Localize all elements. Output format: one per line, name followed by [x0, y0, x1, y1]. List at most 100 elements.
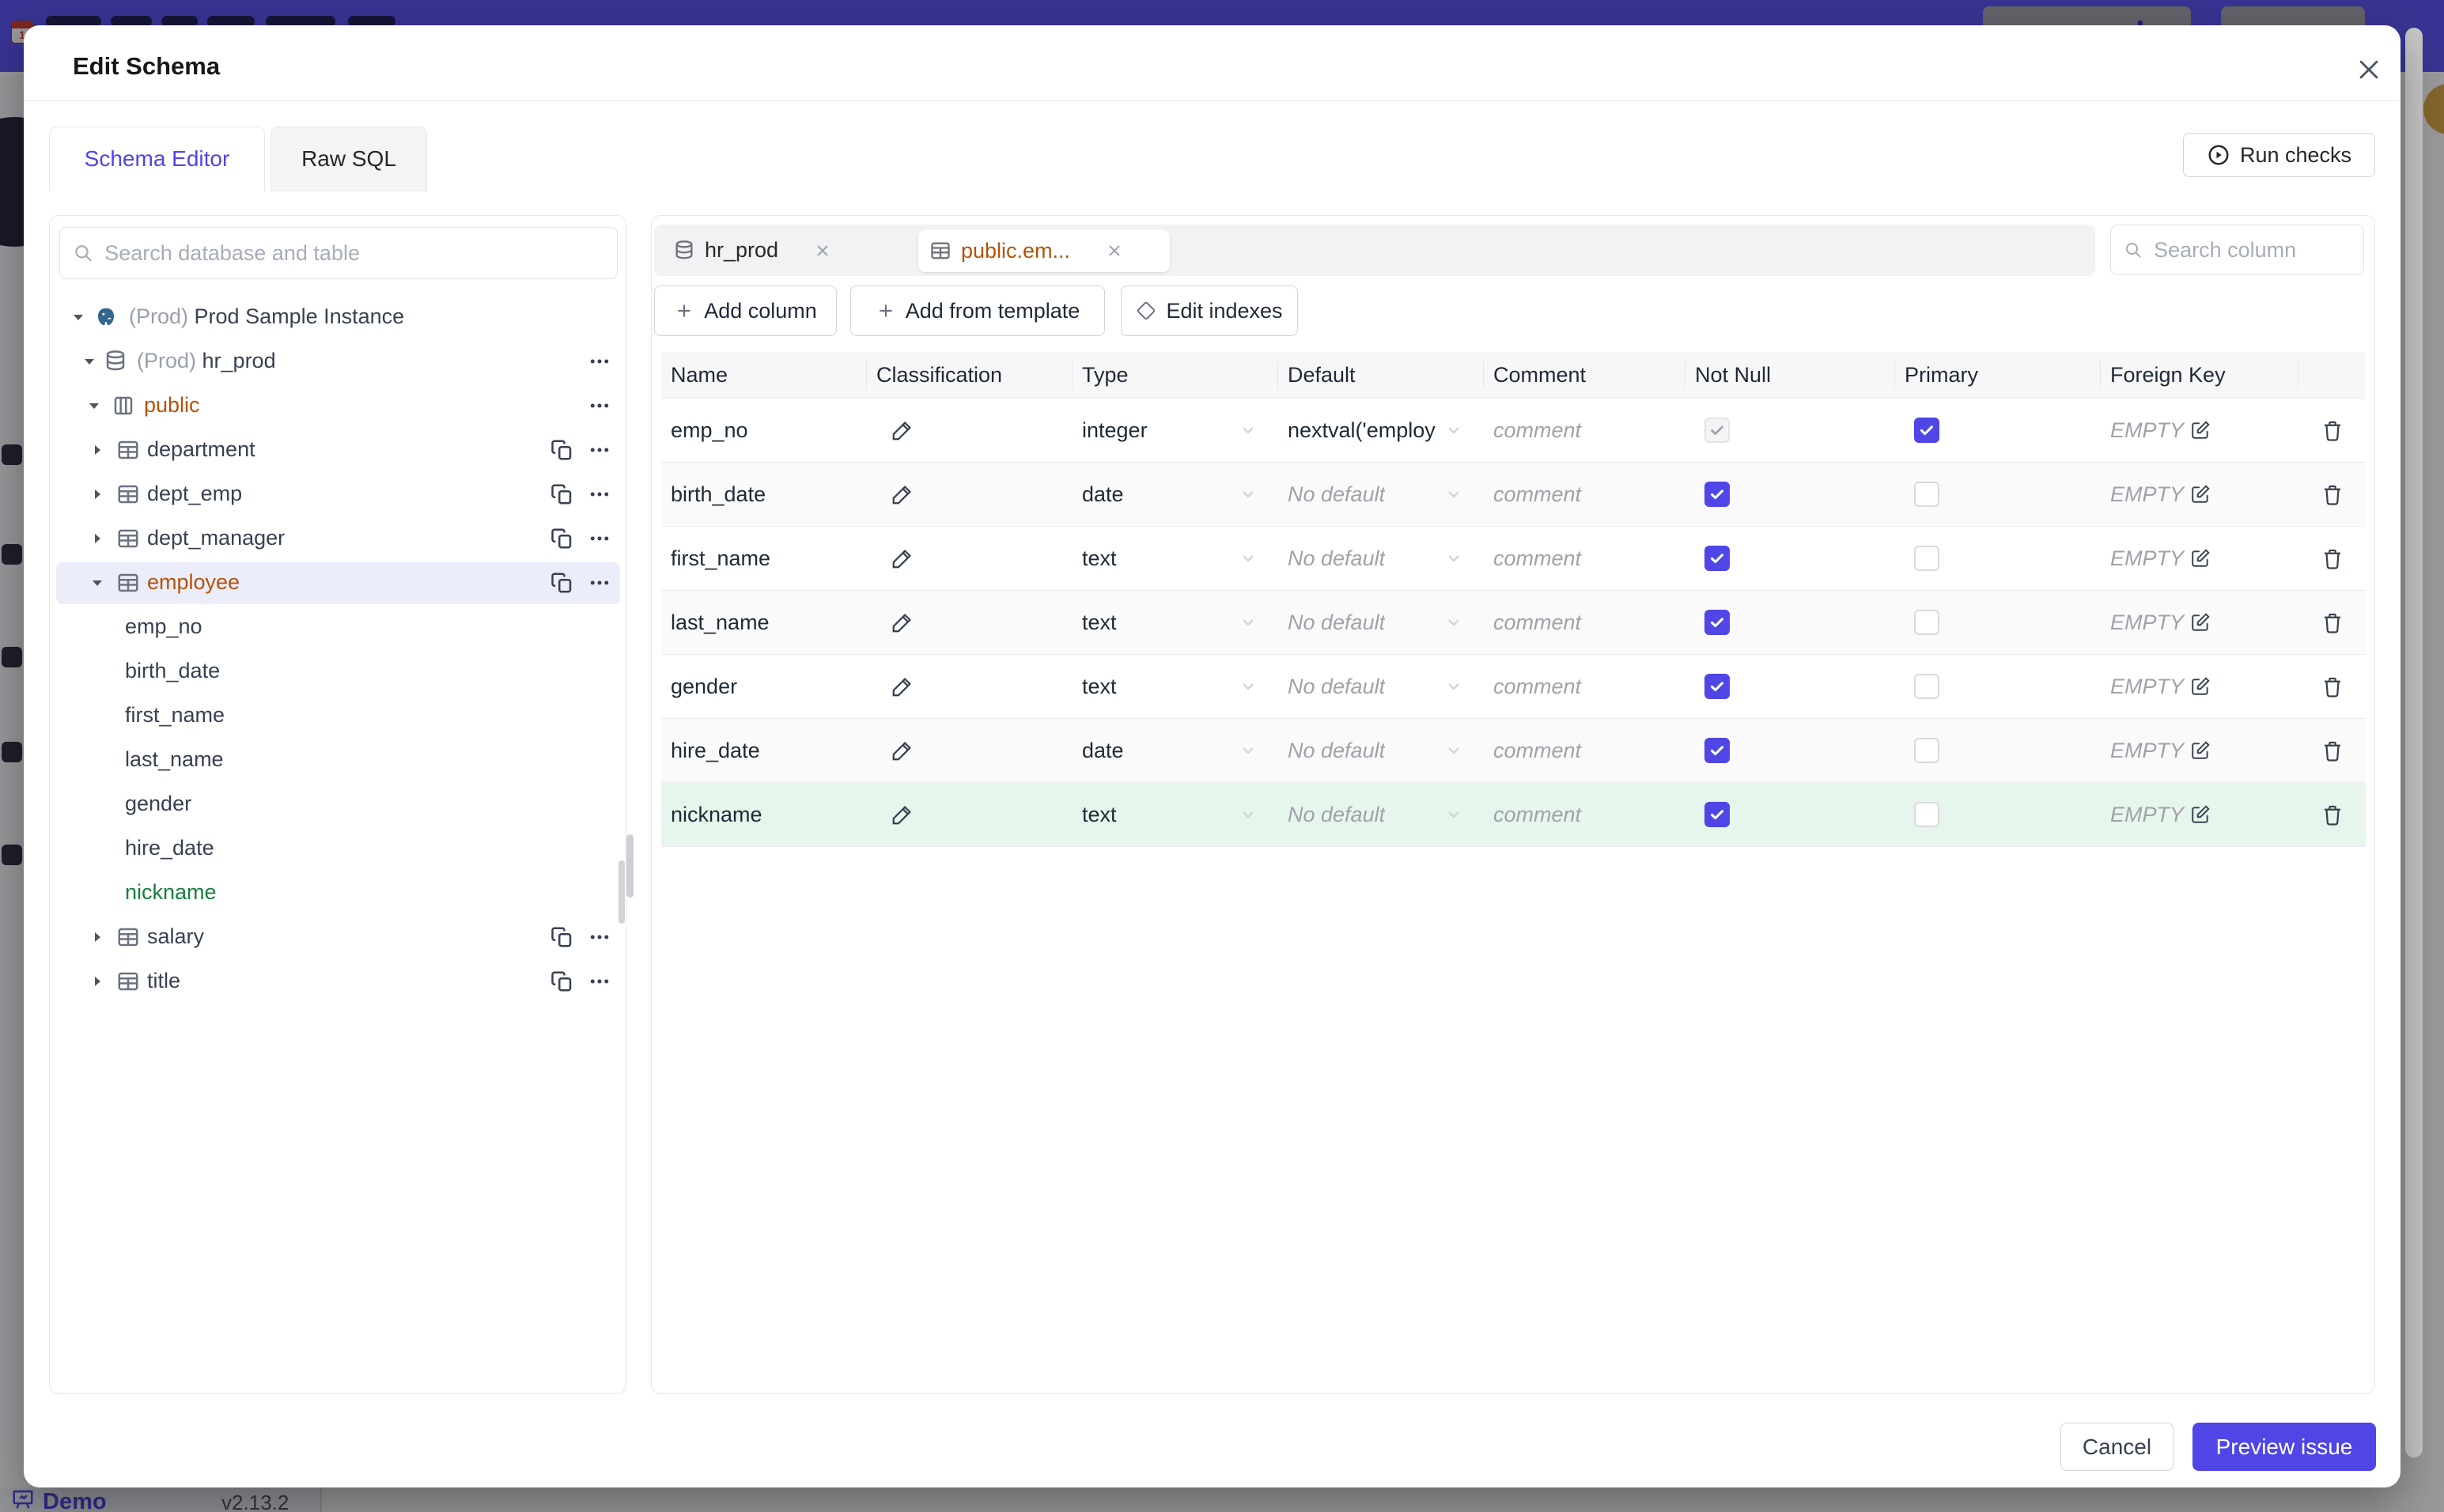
default-select[interactable]: No default: [1278, 675, 1484, 699]
caret-down-icon[interactable]: [88, 573, 107, 592]
caret-down-icon[interactable]: [85, 396, 104, 415]
tree-search-input[interactable]: [103, 240, 604, 266]
primary-checkbox[interactable]: [1914, 738, 1939, 763]
edit-foreign-key-icon[interactable]: [2190, 804, 2211, 825]
column-search[interactable]: [2110, 225, 2364, 275]
default-select[interactable]: No default: [1278, 739, 1484, 763]
primary-checkbox[interactable]: [1914, 482, 1939, 507]
add-column-button[interactable]: Add column: [654, 285, 837, 336]
not-null-checkbox[interactable]: [1704, 802, 1730, 827]
comment-input[interactable]: comment: [1493, 546, 1581, 571]
panel-resize-handle[interactable]: [626, 834, 634, 898]
delete-column-icon[interactable]: [2321, 675, 2344, 698]
type-select[interactable]: date: [1073, 739, 1278, 763]
comment-input[interactable]: comment: [1493, 675, 1581, 699]
column-name[interactable]: last_name: [661, 610, 867, 635]
more-icon[interactable]: [588, 438, 611, 462]
default-select[interactable]: nextval('employ: [1278, 418, 1484, 443]
not-null-checkbox[interactable]: [1704, 738, 1730, 763]
edit-foreign-key-icon[interactable]: [2190, 548, 2211, 569]
primary-checkbox[interactable]: [1914, 610, 1939, 635]
delete-column-icon[interactable]: [2321, 418, 2344, 442]
more-icon[interactable]: [588, 350, 611, 373]
tab-schema-editor[interactable]: Schema Editor: [49, 127, 265, 191]
caret-right-icon[interactable]: [88, 972, 107, 991]
page-scrollbar[interactable]: [2405, 28, 2423, 1457]
caret-right-icon[interactable]: [88, 485, 107, 504]
type-select[interactable]: integer: [1073, 418, 1278, 443]
delete-column-icon[interactable]: [2321, 739, 2344, 762]
column-search-input[interactable]: [2152, 236, 2351, 263]
tree-item-Prod Sample Instance[interactable]: (Prod) Prod Sample Instance: [50, 295, 626, 339]
type-select[interactable]: text: [1073, 803, 1278, 827]
tree-item-hr_prod[interactable]: (Prod) hr_prod: [50, 339, 626, 384]
classification-edit-icon[interactable]: [891, 610, 914, 634]
foreign-key-cell[interactable]: EMPTY: [2101, 482, 2298, 507]
not-null-checkbox[interactable]: [1704, 482, 1730, 507]
more-icon[interactable]: [588, 394, 611, 418]
comment-input[interactable]: comment: [1493, 610, 1581, 635]
default-select[interactable]: No default: [1278, 803, 1484, 827]
type-select[interactable]: text: [1073, 675, 1278, 699]
tree-item-emp_no[interactable]: emp_no: [50, 605, 626, 649]
more-icon[interactable]: [588, 970, 611, 993]
copy-icon[interactable]: [550, 438, 574, 462]
comment-input[interactable]: comment: [1493, 482, 1581, 507]
close-icon[interactable]: [1105, 241, 1124, 260]
tab-chip-table-active[interactable]: public.em...: [918, 229, 1170, 272]
column-name[interactable]: first_name: [661, 546, 867, 571]
caret-right-icon[interactable]: [88, 440, 107, 459]
column-name[interactable]: hire_date: [661, 739, 867, 763]
tree-item-hire_date[interactable]: hire_date: [50, 826, 626, 871]
edit-indexes-button[interactable]: Edit indexes: [1121, 285, 1298, 336]
tree-item-department[interactable]: department: [50, 428, 626, 472]
tree-item-salary[interactable]: salary: [50, 915, 626, 959]
tree-item-first_name[interactable]: first_name: [50, 694, 626, 738]
tab-chip-database[interactable]: hr_prod: [673, 225, 832, 276]
not-null-checkbox[interactable]: [1704, 674, 1730, 699]
close-icon[interactable]: [813, 241, 832, 260]
caret-down-icon[interactable]: [80, 352, 99, 371]
sidebar-scrollbar[interactable]: [619, 860, 625, 924]
foreign-key-cell[interactable]: EMPTY: [2101, 803, 2298, 827]
preview-issue-button[interactable]: Preview issue: [2192, 1423, 2376, 1471]
copy-icon[interactable]: [550, 482, 574, 506]
tree-item-nickname[interactable]: nickname: [50, 871, 626, 915]
more-icon[interactable]: [588, 925, 611, 949]
tree-item-birth_date[interactable]: birth_date: [50, 649, 626, 694]
delete-column-icon[interactable]: [2321, 803, 2344, 826]
more-icon[interactable]: [588, 571, 611, 595]
close-icon[interactable]: [2353, 54, 2385, 85]
foreign-key-cell[interactable]: EMPTY: [2101, 675, 2298, 699]
tree-item-dept_manager[interactable]: dept_manager: [50, 516, 626, 561]
type-select[interactable]: text: [1073, 610, 1278, 635]
tab-raw-sql[interactable]: Raw SQL: [271, 127, 427, 191]
classification-edit-icon[interactable]: [891, 482, 914, 506]
delete-column-icon[interactable]: [2321, 610, 2344, 634]
tree-item-dept_emp[interactable]: dept_emp: [50, 472, 626, 516]
classification-edit-icon[interactable]: [891, 546, 914, 570]
delete-column-icon[interactable]: [2321, 546, 2344, 570]
copy-icon[interactable]: [550, 970, 574, 993]
not-null-checkbox[interactable]: [1704, 546, 1730, 571]
default-select[interactable]: No default: [1278, 610, 1484, 635]
edit-foreign-key-icon[interactable]: [2190, 484, 2211, 505]
comment-input[interactable]: comment: [1493, 739, 1581, 763]
column-name[interactable]: birth_date: [661, 482, 867, 507]
primary-checkbox[interactable]: [1914, 546, 1939, 571]
cancel-button[interactable]: Cancel: [2060, 1423, 2173, 1471]
foreign-key-cell[interactable]: EMPTY: [2101, 610, 2298, 635]
tree-item-last_name[interactable]: last_name: [50, 738, 626, 782]
classification-edit-icon[interactable]: [891, 418, 914, 442]
tree-item-employee[interactable]: employee: [50, 561, 626, 605]
primary-checkbox[interactable]: [1914, 418, 1939, 443]
classification-edit-icon[interactable]: [891, 675, 914, 698]
comment-input[interactable]: comment: [1493, 803, 1581, 827]
tree-item-title[interactable]: title: [50, 959, 626, 1004]
classification-edit-icon[interactable]: [891, 803, 914, 826]
primary-checkbox[interactable]: [1914, 674, 1939, 699]
copy-icon[interactable]: [550, 925, 574, 949]
caret-right-icon[interactable]: [88, 928, 107, 947]
type-select[interactable]: text: [1073, 546, 1278, 571]
copy-icon[interactable]: [550, 571, 574, 595]
